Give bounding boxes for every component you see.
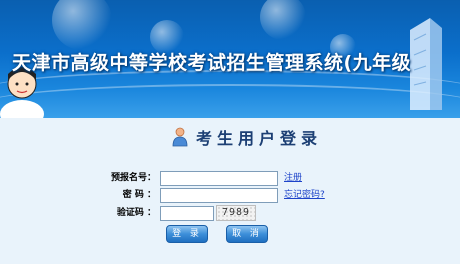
password-input[interactable] [160, 188, 278, 203]
decor-wave [0, 84, 460, 118]
login-button[interactable]: 登 录 [166, 225, 208, 243]
decor-bubble [260, 0, 306, 40]
captcha-label: 验证码 ： [116, 208, 156, 218]
cancel-button[interactable]: 取 消 [226, 225, 268, 243]
forgot-password-link[interactable]: 忘记密码? [284, 187, 325, 203]
page-title: 天津市高级中等学校考试招生管理系统(九年级 [12, 52, 412, 74]
decor-bubble [52, 0, 112, 50]
decor-bubble [150, 20, 184, 54]
captcha-input[interactable] [160, 206, 214, 221]
header-banner: 天津市高级中等学校考试招生管理系统(九年级 [0, 0, 460, 118]
reg-no-input[interactable] [160, 171, 278, 186]
login-title: 考生用户登录 [172, 125, 322, 149]
user-icon [172, 127, 188, 147]
register-link[interactable]: 注册 [284, 170, 302, 186]
reg-no-label: 预报名号： [110, 173, 156, 183]
login-title-text: 考生用户登录 [196, 129, 323, 148]
captcha-image[interactable]: 7989 [216, 205, 256, 221]
password-row: 密 码 ： 忘记密码? [0, 187, 460, 203]
reg-no-row: 预报名号： 注册 [0, 170, 460, 186]
password-label: 密 码 ： [122, 190, 156, 200]
